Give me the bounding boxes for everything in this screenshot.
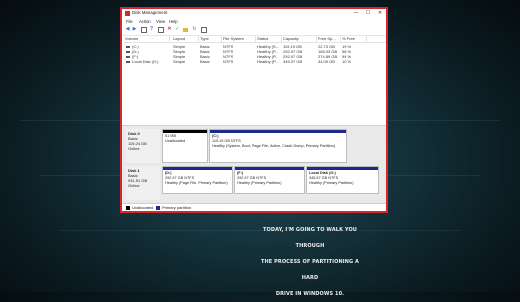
partition-bar <box>163 167 232 170</box>
caption-line: DRIVE IN WINDOWS 10. <box>275 291 345 297</box>
grid-icon[interactable] <box>141 27 147 33</box>
partition-g[interactable]: Local Disk (G:) 345.57 GB NTFS Healthy (… <box>306 166 379 194</box>
volume-icon <box>126 61 130 63</box>
caption-line: TODAY, I'M GOING TO WALK YOU THROUGH <box>263 227 357 249</box>
partition-bar <box>235 167 304 170</box>
menu-help[interactable]: Help <box>169 19 178 24</box>
disk-management-window: Disk Management — ☐ ✕ File Action View H… <box>120 7 388 213</box>
cell-free-space: 34.09 GB <box>318 59 335 64</box>
partition-bar <box>163 130 207 133</box>
cell-percent-free: 10 % <box>342 59 352 64</box>
legend-swatch-primary <box>156 206 160 210</box>
volume-table: Volume Layout Type File System Status Ca… <box>124 36 386 124</box>
minimize-button[interactable]: — <box>350 9 362 18</box>
menu-view[interactable]: View <box>156 19 165 24</box>
disk-status: Online <box>128 183 140 188</box>
partition-unallocated[interactable]: 51 MB Unallocated <box>162 129 208 163</box>
maximize-button[interactable]: ☐ <box>362 9 374 18</box>
partition-desc: Healthy (Primary Partition) <box>309 181 354 185</box>
cell-type: Basic <box>200 59 210 64</box>
volume-icon <box>126 46 130 48</box>
header-divider <box>124 42 386 43</box>
disk-status: Online <box>128 146 140 151</box>
help-icon[interactable]: ? <box>149 27 154 32</box>
disk-graphical-pane: Disk 0 Basic 119.24 GB Online 51 MB Unal… <box>122 125 386 204</box>
partition-desc: Unallocated <box>165 139 186 143</box>
toolbar: ◀ ▶ ? ✕ ✓ ↻ <box>122 25 386 36</box>
cell-file-system: NTFS <box>223 59 234 64</box>
checkmark-icon[interactable]: ✓ <box>175 27 180 32</box>
volume-icon <box>126 51 130 53</box>
legend-label-unallocated: Unallocated <box>132 205 154 210</box>
title-bar: Disk Management — ☐ ✕ <box>122 9 386 18</box>
cell-capacity: 345.37 GB <box>283 59 303 64</box>
forward-arrow-icon[interactable]: ▶ <box>132 27 137 32</box>
tutorial-caption: TODAY, I'M GOING TO WALK YOU THROUGH THE… <box>260 222 360 302</box>
delete-icon[interactable]: ✕ <box>167 27 172 32</box>
partition-bar <box>307 167 378 170</box>
partition-desc: Healthy (Page File, Primary Partition) <box>165 181 228 185</box>
caption-line: THE PROCESS OF PARTITIONING A HARD <box>260 259 360 281</box>
partition-f[interactable]: (F:) 292.97 GB NTFS Healthy (Primary Par… <box>234 166 305 194</box>
cell-volume: Local Disk (G:) <box>132 59 159 64</box>
partition-d[interactable]: (D:) 292.97 GB NTFS Healthy (Page File, … <box>162 166 233 194</box>
legend-label-primary: Primary partition <box>162 205 192 210</box>
back-arrow-icon[interactable]: ◀ <box>125 27 130 32</box>
partition-desc: Healthy (System, Boot, Page File, Active… <box>212 144 336 148</box>
partition-c[interactable]: (C:) 119.19 GB NTFS Healthy (System, Boo… <box>209 129 347 163</box>
disk-1-label[interactable]: Disk 1 Basic 931.51 GB Online <box>126 166 160 200</box>
table-row[interactable]: Local Disk (G:) Simple Basic NTFS Health… <box>124 59 386 64</box>
cell-status: Healthy (P... <box>257 59 279 64</box>
partition-desc: Healthy (Primary Partition) <box>237 181 282 185</box>
menu-action[interactable]: Action <box>139 19 151 24</box>
close-button[interactable]: ✕ <box>374 9 386 18</box>
menu-bar: File Action View Help <box>122 18 386 25</box>
window-title: Disk Management <box>132 10 168 15</box>
legend-swatch-unallocated <box>126 206 130 210</box>
app-icon <box>125 11 130 16</box>
rescan-icon[interactable]: ↻ <box>192 27 197 32</box>
folder-icon[interactable] <box>183 28 188 32</box>
legend-bar: Unallocated Primary partition <box>122 203 386 211</box>
volume-icon <box>126 56 130 58</box>
partition-bar <box>210 130 346 133</box>
menu-file[interactable]: File <box>126 19 133 24</box>
properties-icon[interactable] <box>201 27 207 33</box>
grid-icon[interactable] <box>158 27 164 33</box>
disk-0-label[interactable]: Disk 0 Basic 119.24 GB Online <box>126 129 160 163</box>
cell-layout: Simple <box>173 59 186 64</box>
